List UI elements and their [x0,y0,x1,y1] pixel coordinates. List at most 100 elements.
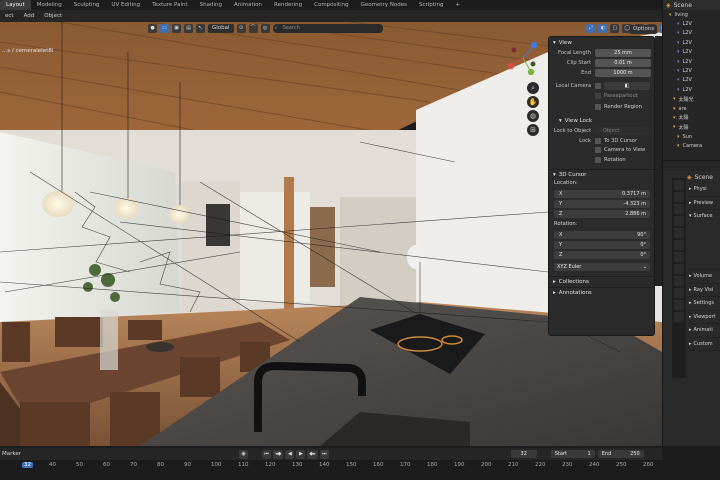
properties-tab-icon[interactable] [674,252,684,262]
outliner-row[interactable]: ▾ are [663,104,720,113]
camera-icon[interactable]: ◍ [527,110,539,122]
properties-tab-icon[interactable] [674,240,684,250]
search-input[interactable]: ⌕ Search [272,24,383,33]
hand-icon[interactable]: ✋ [527,96,539,108]
rot-z-field[interactable]: Z 0° [554,250,650,259]
tab-sculpting[interactable]: Sculpting [68,0,106,10]
outliner-row[interactable]: ▾ Sun [663,132,720,141]
select-box-icon[interactable]: ▭ [160,24,169,33]
render-region-checkbox[interactable] [595,104,601,111]
jump-end-icon[interactable]: ⏭ [319,449,329,459]
options-button[interactable]: Options [630,25,658,34]
play-icon[interactable]: ▶ [296,449,306,459]
passepartout-checkbox[interactable] [595,92,601,99]
properties-panel-header[interactable]: ▸ Settings [689,297,720,311]
snap-icon[interactable]: ⌒ [248,24,258,33]
outliner-row[interactable]: ▾ living [663,10,720,19]
tab-geometry-nodes[interactable]: Geometry Nodes [355,0,413,10]
properties-panel-header[interactable]: ▸ Preview [689,197,720,210]
properties-tab-icon[interactable] [674,264,684,274]
outliner-row[interactable]: ▾ L2V [663,57,720,66]
properties-panel-header[interactable]: ▸ Viewport [689,311,720,324]
outliner-row[interactable]: ▾ L2V [663,76,720,85]
properties-panel-header[interactable]: ▾ Surface [689,210,720,270]
tab-modeling[interactable]: Modeling [31,0,68,10]
zoom-icon[interactable]: ⌕ [527,82,539,94]
loc-z-field[interactable]: Z 2.886 m [554,209,650,218]
loc-x-field[interactable]: X 0.3717 m [554,189,650,198]
loc-y-field[interactable]: Y -4.323 m [554,199,650,208]
outliner-row[interactable]: ▾ L2V [663,29,720,38]
properties-tab-icon[interactable] [674,180,684,190]
properties-tab-icon[interactable] [674,192,684,202]
clip-end-field[interactable]: 1000 m [595,69,651,77]
end-frame-field[interactable]: End 250 [597,450,644,458]
properties-panel-header[interactable]: ▸ Ray Visi [689,284,720,297]
transform-orientation-dropdown[interactable]: Global [208,24,234,33]
view-lock-header[interactable]: ▾ View Lock [549,115,654,126]
properties-panel-header[interactable]: ▸ Animati [689,324,720,338]
annotations-header[interactable]: ▸ Annotations [549,286,654,298]
outliner-row[interactable]: ▾ L2V [663,48,720,57]
outliner-row[interactable]: ▾ 太陽 [663,113,720,122]
add-workspace-button[interactable]: + [449,0,466,10]
cursor-section-header[interactable]: ▾ 3D Cursor [549,168,654,180]
properties-tab-icon[interactable] [674,204,684,214]
view-section-header[interactable]: ▾ View [549,37,654,48]
outliner-row[interactable]: ▾ L2V [663,66,720,75]
properties-panel-header[interactable]: ▸ Custom [689,338,720,351]
rot-x-field[interactable]: X 90° [554,230,650,239]
rot-y-field[interactable]: Y 0° [554,240,650,249]
reverse-play-icon[interactable]: ◀ [285,449,295,459]
properties-panel-header[interactable]: ▸ Physi [689,183,720,197]
outliner-row[interactable]: ▾ Camera [663,141,720,150]
current-frame-field[interactable]: 32 [510,450,537,458]
tab-compositing[interactable]: Compositing [308,0,354,10]
tab-animation[interactable]: Animation [228,0,268,10]
properties-tab-icon[interactable] [674,288,684,298]
proportional-icon[interactable]: ◎ [260,24,270,33]
next-key-icon[interactable]: ◆▸ [307,449,318,459]
tab-scripting[interactable]: Scripting [413,0,449,10]
tab-rendering[interactable]: Rendering [268,0,308,10]
menu-object[interactable]: Object [39,13,67,19]
timeline-ruler[interactable]: 32 40 50 60 70 80 90 100 110 120 130 140 150 160 170 18… [0,460,720,480]
properties-tab-icon[interactable] [674,276,684,286]
tab-layout[interactable]: Layout [0,0,31,10]
gizmo-toggle-icon[interactable]: ⤢ [586,24,596,33]
jump-start-icon[interactable]: ⏮ [262,449,272,459]
prev-key-icon[interactable]: ◂◆ [273,449,284,459]
menu-add[interactable]: Add [19,13,40,19]
properties-tab-icon[interactable] [674,300,684,310]
start-frame-field[interactable]: Start 1 [550,450,595,458]
tab-shading[interactable]: Shading [194,0,228,10]
grid-icon[interactable]: ⊞ [527,124,539,136]
local-camera-checkbox[interactable] [595,83,601,89]
properties-tab-icon[interactable] [674,228,684,238]
pointer-icon[interactable]: ↖ [196,24,205,33]
tab-texture-paint[interactable]: Texture Paint [146,0,194,10]
rotation-lock-checkbox[interactable] [595,156,601,163]
camera-to-view-checkbox[interactable] [595,147,601,154]
tab-uv-editing[interactable]: UV Editing [105,0,146,10]
overlay-toggle-icon[interactable]: ◐ [598,24,608,33]
to-3d-cursor-checkbox[interactable] [595,137,601,144]
collections-header[interactable]: ▸ Collections [549,275,654,287]
xray-icon[interactable]: ▢ [610,24,620,33]
clip-start-field[interactable]: 0.01 m [595,59,651,67]
properties-tab-icon[interactable] [674,216,684,226]
outliner-row[interactable]: ▾ L2V [663,85,720,94]
menu-select[interactable]: ect [0,13,19,19]
rotation-mode-dropdown[interactable]: XYZ Euler ⌄ [554,262,650,271]
outliner-row[interactable]: ▾ L2V [663,38,720,47]
object-field[interactable]: Object [595,127,649,135]
outliner-row[interactable]: ▾ 太陽光 [663,95,720,104]
select-icon[interactable]: ▣ [172,24,181,33]
navigation-gizmo[interactable] [503,36,543,78]
focal-length-field[interactable]: 25 mm [595,49,651,57]
marker-menu[interactable]: Marker [0,451,21,457]
local-camera-field[interactable]: ◧ [604,82,650,90]
outliner-row[interactable]: ▾ 太陽 [663,123,720,132]
mode-icon[interactable]: ● [148,24,157,33]
record-icon[interactable]: ◉ [239,449,249,459]
